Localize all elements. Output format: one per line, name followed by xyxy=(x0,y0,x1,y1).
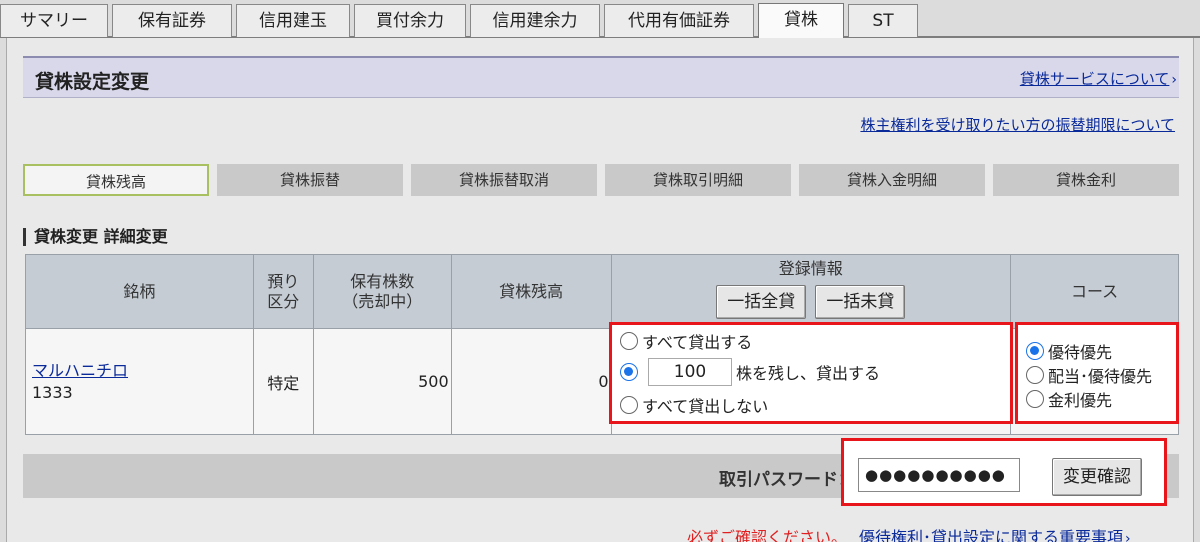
tab-label: 保有証券 xyxy=(138,11,206,31)
chevron-right-icon: › xyxy=(1171,72,1177,88)
section-title: 貸株変更 詳細変更 xyxy=(23,228,168,246)
title-bar: 貸株設定変更 貸株サービスについて › xyxy=(23,56,1179,98)
chevron-right-icon: › xyxy=(1125,531,1131,542)
header-registration-label: 登録情報 xyxy=(778,259,843,278)
radio-course-interest[interactable] xyxy=(1026,390,1044,408)
subtab-label: 貸株残高 xyxy=(85,173,146,191)
header-registration: 登録情報 一括全貸 一括未貸 xyxy=(610,254,1012,329)
password-label: 取引パスワード： xyxy=(719,470,855,490)
change-confirm-button[interactable]: 変更確認 xyxy=(1052,458,1142,496)
course-option-dividend-yutai[interactable]: 配当･優待優先 xyxy=(1026,363,1152,387)
footer-notice: 必ずご確認ください。 優待権利･貸出設定に関する重要事項 › xyxy=(687,524,1131,542)
subtab-label: 貸株入金明細 xyxy=(846,171,937,189)
subtab-label: 貸株振替取消 xyxy=(458,171,549,189)
important-notes-link-label: 優待権利･貸出設定に関する重要事項 xyxy=(859,528,1124,542)
bulk-unlend-all-button[interactable]: 一括未貸 xyxy=(815,285,906,319)
subtab-transfer-cancel[interactable]: 貸株振替取消 xyxy=(411,164,597,196)
radio-lend-none[interactable] xyxy=(620,396,638,414)
header-course: コース xyxy=(1010,254,1179,329)
tab-collateral-securities[interactable]: 代用有価証券 xyxy=(604,4,754,37)
option-lend-all[interactable]: すべて貸出する xyxy=(620,329,752,353)
lending-balance-cell: 0 xyxy=(450,328,612,435)
radio-course-dividend-yutai[interactable] xyxy=(1026,366,1044,384)
top-tab-bar: サマリー 保有証券 信用建玉 買付余力 信用建余力 代用有価証券 貸株 ST xyxy=(0,0,1200,39)
tab-label: 買付余力 xyxy=(376,11,444,31)
option-lend-none-label: すべて貸出しない xyxy=(642,397,769,416)
tab-margin-positions[interactable]: 信用建玉 xyxy=(236,4,350,37)
header-lending-balance: 貸株残高 xyxy=(450,254,612,329)
subtab-label: 貸株取引明細 xyxy=(652,171,743,189)
header-name: 銘柄 xyxy=(25,254,254,329)
important-notes-link[interactable]: 優待権利･貸出設定に関する重要事項 › xyxy=(859,528,1131,542)
tab-st[interactable]: ST xyxy=(848,4,918,37)
subtab-interest-rate[interactable]: 貸株金利 xyxy=(993,164,1179,196)
transfer-deadline-link[interactable]: 株主権利を受け取りたい方の振替期限について xyxy=(860,114,1175,135)
subtab-transaction-details[interactable]: 貸株取引明細 xyxy=(605,164,791,196)
subtab-lending-transfer[interactable]: 貸株振替 xyxy=(217,164,403,196)
password-input[interactable]: ●●●●●●●●●● xyxy=(858,458,1020,492)
course-options-box: 優待優先 配当･優待優先 金利優先 xyxy=(1015,322,1179,424)
radio-lend-all[interactable] xyxy=(620,332,638,350)
service-info-link-label: 貸株サービスについて xyxy=(1019,70,1170,88)
bulk-lend-all-button[interactable]: 一括全貸 xyxy=(716,285,807,319)
page-title: 貸株設定変更 xyxy=(35,71,150,93)
tab-stock-lending[interactable]: 貸株 xyxy=(758,3,844,39)
radio-keep-qty[interactable] xyxy=(620,363,638,381)
tab-label: 信用建余力 xyxy=(492,11,578,31)
service-info-link[interactable]: 貸株サービスについて › xyxy=(1020,68,1177,89)
footer-warning: 必ずご確認ください。 xyxy=(687,528,848,542)
password-highlight-box: ●●●●●●●●●● 変更確認 xyxy=(841,438,1167,506)
keep-qty-input[interactable]: 100 xyxy=(648,358,732,386)
course-option-label: 配当･優待優先 xyxy=(1048,367,1153,386)
registration-options-box: すべて貸出する 100 株を残し、貸出する すべて貸出しない xyxy=(609,322,1013,424)
header-holding: 保有株数 （売却中） xyxy=(312,254,452,329)
stock-code: 1333 xyxy=(32,382,73,402)
tab-label: 貸株 xyxy=(784,10,818,30)
subtab-bar: 貸株残高 貸株振替 貸株振替取消 貸株取引明細 貸株入金明細 貸株金利 xyxy=(23,164,1179,196)
option-lend-all-label: すべて貸出する xyxy=(642,333,753,352)
header-account-line2: 区分 xyxy=(267,291,300,311)
subtab-lending-balance[interactable]: 貸株残高 xyxy=(23,164,209,196)
option-keep-qty[interactable]: 100 株を残し、貸出する xyxy=(620,358,880,386)
subtab-deposit-details[interactable]: 貸株入金明細 xyxy=(799,164,985,196)
course-option-yutai[interactable]: 優待優先 xyxy=(1026,339,1112,363)
subtab-label: 貸株金利 xyxy=(1055,171,1116,189)
course-option-interest[interactable]: 金利優先 xyxy=(1026,387,1112,411)
account-type-cell: 特定 xyxy=(252,328,314,435)
tab-label: 信用建玉 xyxy=(259,11,327,31)
tab-buying-power[interactable]: 買付余力 xyxy=(354,4,466,37)
option-lend-none[interactable]: すべて貸出しない xyxy=(620,393,768,417)
stock-name-link[interactable]: マルハニチロ xyxy=(32,361,128,380)
course-option-label: 優待優先 xyxy=(1048,343,1113,362)
tab-label: サマリー xyxy=(20,11,88,31)
tab-margin-power[interactable]: 信用建余力 xyxy=(470,4,600,37)
header-account-line1: 預り xyxy=(267,271,300,291)
option-keep-qty-label: 株を残し、貸出する xyxy=(736,364,881,383)
tab-label: ST xyxy=(872,11,894,31)
holding-cell: 500 xyxy=(312,328,452,435)
course-option-label: 金利優先 xyxy=(1048,391,1113,410)
header-holding-line2: （売却中） xyxy=(342,291,423,311)
tab-label: 代用有価証券 xyxy=(628,11,730,31)
tab-summary[interactable]: サマリー xyxy=(0,4,108,37)
table-header-row: 銘柄 預り 区分 保有株数 （売却中） 貸株残高 登録情報 一括全貸 一括未貸 コー… xyxy=(25,254,1179,329)
radio-course-yutai[interactable] xyxy=(1026,342,1044,360)
stock-name-cell: マルハニチロ 1333 xyxy=(25,328,254,435)
header-account-type: 預り 区分 xyxy=(252,254,314,329)
header-holding-line1: 保有株数 xyxy=(350,271,415,291)
subtab-label: 貸株振替 xyxy=(279,171,340,189)
tab-holdings[interactable]: 保有証券 xyxy=(112,4,232,37)
main-panel: 貸株設定変更 貸株サービスについて › 株主権利を受け取りたい方の振替期限について… xyxy=(6,38,1194,542)
